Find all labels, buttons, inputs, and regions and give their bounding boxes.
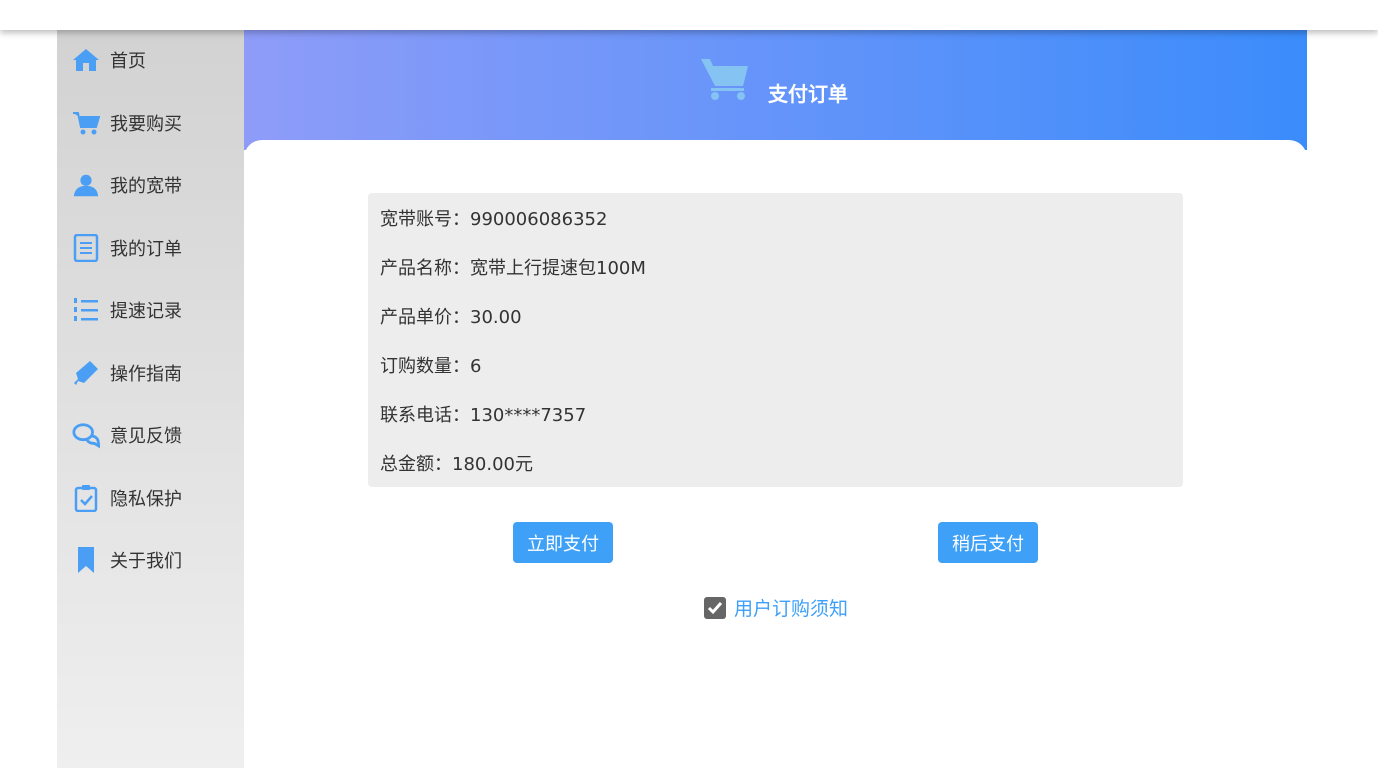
bookmark-icon bbox=[72, 546, 100, 574]
sidebar-item-label: 首页 bbox=[110, 51, 146, 72]
cart-icon bbox=[72, 109, 100, 137]
page-title: 支付订单 bbox=[768, 82, 848, 106]
order-info-box: 宽带账号：990006086352 产品名称：宽带上行提速包100M 产品单价：… bbox=[368, 193, 1183, 487]
sidebar-item-label: 提速记录 bbox=[110, 301, 182, 322]
sidebar-item-label: 关于我们 bbox=[110, 551, 182, 572]
main-panel: 宽带账号：990006086352 产品名称：宽带上行提速包100M 产品单价：… bbox=[244, 140, 1307, 780]
sidebar-item-buy[interactable]: 我要购买 bbox=[72, 103, 242, 143]
sidebar-item-home[interactable]: 首页 bbox=[72, 40, 242, 80]
check-icon bbox=[707, 601, 723, 614]
order-row-unit-price: 产品单价：30.00 bbox=[380, 307, 522, 328]
sidebar-item-label: 我的订单 bbox=[110, 239, 182, 260]
pay-now-button[interactable]: 立即支付 bbox=[513, 522, 613, 563]
sidebar-item-feedback[interactable]: 意见反馈 bbox=[72, 415, 242, 455]
user-icon bbox=[72, 171, 100, 199]
chat-icon bbox=[72, 421, 100, 449]
sidebar-item-privacy[interactable]: 隐私保护 bbox=[72, 478, 242, 518]
sidebar-item-my-broadband[interactable]: 我的宽带 bbox=[72, 165, 242, 205]
sidebar-item-label: 意见反馈 bbox=[110, 426, 182, 447]
pay-later-button[interactable]: 稍后支付 bbox=[938, 522, 1038, 563]
sidebar-item-guide[interactable]: 操作指南 bbox=[72, 353, 242, 393]
sidebar-item-label: 操作指南 bbox=[110, 364, 182, 385]
top-bar bbox=[0, 0, 1378, 30]
agreement-checkbox[interactable] bbox=[704, 596, 726, 619]
order-row-total: 总金额：180.00元 bbox=[380, 454, 533, 475]
sidebar-item-about[interactable]: 关于我们 bbox=[72, 540, 242, 580]
order-row-quantity: 订购数量：6 bbox=[380, 356, 482, 377]
sidebar-item-my-orders[interactable]: 我的订单 bbox=[72, 228, 242, 268]
sidebar-item-label: 我的宽带 bbox=[110, 176, 182, 197]
sidebar: 首页 我要购买 我的宽带 我的订单 提速记录 操作指南 意见反馈 隐私保护 关于… bbox=[57, 30, 244, 768]
order-row-account: 宽带账号：990006086352 bbox=[380, 209, 608, 230]
page-header: 支付订单 bbox=[244, 30, 1307, 150]
cart-icon bbox=[699, 56, 751, 106]
sidebar-item-label: 隐私保护 bbox=[110, 489, 182, 510]
order-row-phone: 联系电话：130****7357 bbox=[380, 405, 587, 426]
pen-icon bbox=[72, 359, 100, 387]
agreement-link[interactable]: 用户订购须知 bbox=[734, 594, 848, 621]
order-row-product: 产品名称：宽带上行提速包100M bbox=[380, 258, 646, 279]
sidebar-item-label: 我要购买 bbox=[110, 114, 182, 135]
document-icon bbox=[72, 234, 100, 262]
sidebar-item-speed-records[interactable]: 提速记录 bbox=[72, 290, 242, 330]
clipboard-check-icon bbox=[72, 484, 100, 512]
home-icon bbox=[72, 46, 100, 74]
list-icon bbox=[72, 296, 100, 324]
agreement: 用户订购须知 bbox=[704, 594, 848, 621]
